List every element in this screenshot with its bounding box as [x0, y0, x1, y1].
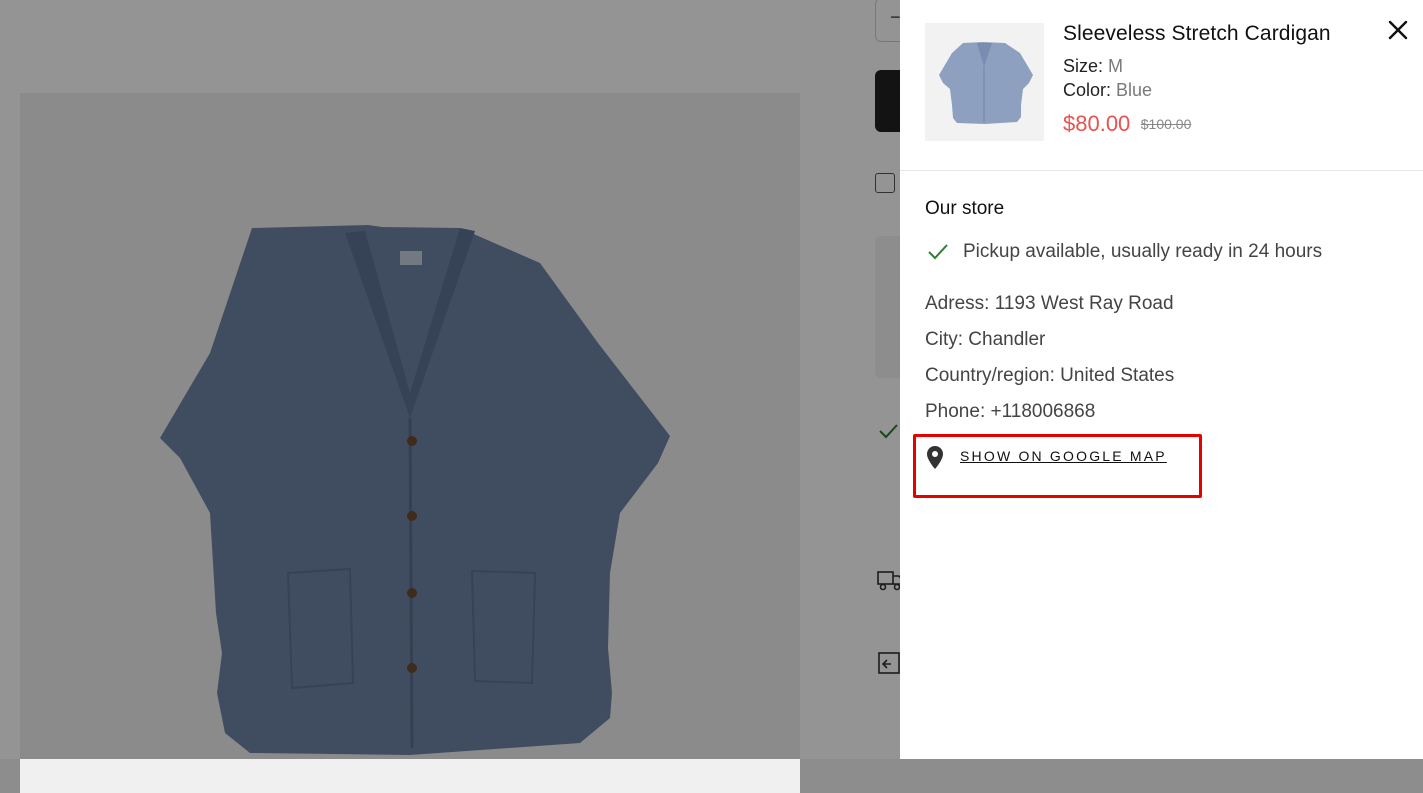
store-city: City: Chandler	[925, 329, 1046, 350]
product-title: Sleeveless Stretch Cardigan	[1063, 22, 1331, 45]
product-thumbnail	[925, 23, 1044, 141]
cardigan-thumbnail-image	[939, 42, 1033, 124]
product-size: Size: M	[1063, 56, 1123, 77]
sale-price: $80.00	[1063, 111, 1131, 136]
size-value: M	[1108, 56, 1124, 76]
color-label: Color:	[1063, 80, 1112, 100]
show-on-google-map-text: SHOW ON GOOGLE MAP	[960, 448, 1167, 464]
close-icon	[1388, 20, 1408, 40]
size-label: Size:	[1063, 56, 1104, 76]
map-link-highlight-box	[913, 434, 1202, 498]
store-phone: Phone: +118006868	[925, 401, 1096, 422]
color-value: Blue	[1116, 80, 1153, 100]
check-icon	[928, 244, 948, 260]
pickup-status-text: Pickup available, usually ready in 24 ho…	[963, 241, 1323, 262]
store-address: Adress: 1193 West Ray Road	[925, 293, 1174, 314]
product-color: Color: Blue	[1063, 80, 1152, 101]
close-button[interactable]	[1386, 18, 1410, 42]
drawer-header: Sleeveless Stretch Cardigan Size: M Colo…	[900, 0, 1423, 171]
map-pin-icon	[927, 446, 943, 469]
store-country: Country/region: United States	[925, 365, 1175, 386]
price-row: $80.00 $100.00	[1063, 111, 1191, 137]
store-title: Our store	[925, 198, 1005, 219]
compare-price: $100.00	[1140, 116, 1192, 132]
pickup-availability-drawer: Sleeveless Stretch Cardigan Size: M Colo…	[900, 0, 1423, 759]
